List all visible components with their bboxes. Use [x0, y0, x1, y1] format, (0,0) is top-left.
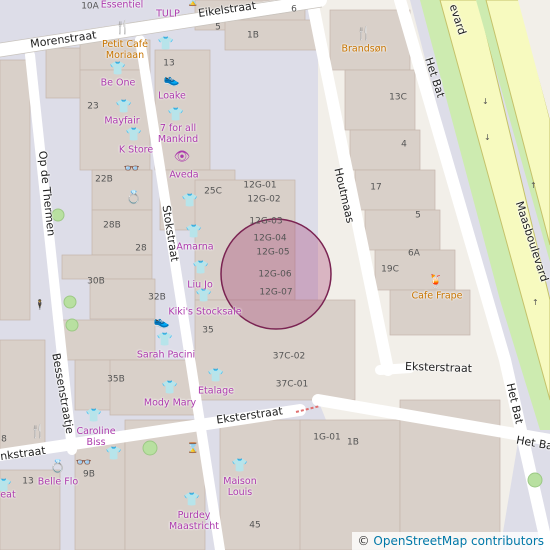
poi-maison-louis[interactable]: Maison Louis [223, 476, 256, 499]
address-label: 1B [247, 30, 259, 41]
address-label: 4 [401, 139, 407, 150]
svg-text:↑: ↑ [532, 298, 539, 307]
address-label: 12G-02 [247, 194, 281, 205]
beauty-icon[interactable]: 👁 [174, 151, 191, 164]
address-label: 8 [1, 434, 7, 445]
address-label: 28 [135, 243, 147, 254]
poi-sarah-pacini[interactable]: Sarah Pacini [137, 350, 195, 362]
svg-text:↓: ↓ [484, 133, 491, 142]
poi-liu-jo[interactable]: Liu Jo [187, 280, 213, 292]
optician-icon[interactable]: 👓 [76, 457, 92, 470]
poi-cafe-frape[interactable]: Cafe Frape [411, 291, 462, 303]
address-label: 5 [215, 22, 221, 33]
jewelry-icon[interactable]: 💍 [126, 192, 142, 205]
address-label: 30B [87, 276, 105, 287]
clothes-icon[interactable]: 👕 [184, 494, 200, 507]
poi-kikis[interactable]: Kiki's Stocksale [168, 307, 241, 319]
clothes-icon[interactable]: 👕 [162, 382, 178, 395]
poi-aveda[interactable]: Aveda [169, 170, 198, 182]
poi-brandson[interactable]: Brandsøn [341, 44, 386, 56]
poi-belle-flo[interactable]: Belle Flo [38, 477, 78, 489]
restaurant-icon[interactable]: 🍴 [356, 28, 372, 41]
optician-icon[interactable]: 👓 [124, 163, 140, 176]
address-label: 13 [163, 58, 175, 69]
address-label: 19C [381, 264, 399, 275]
address-label: 12G-05 [256, 247, 290, 258]
attribution-link[interactable]: OpenStreetMap contributors [373, 534, 544, 548]
poi-etalage[interactable]: Etalage [198, 386, 234, 398]
address-label: 37C-02 [272, 351, 306, 362]
clothes-icon[interactable]: 👕 [193, 262, 209, 275]
address-label: 13 [22, 476, 34, 487]
address-label: 1B [347, 437, 359, 448]
poi-tulp[interactable]: TULP [156, 9, 180, 21]
clothes-icon[interactable]: 👕 [110, 63, 126, 76]
poi-mody-mary[interactable]: Mody Mary [144, 398, 196, 410]
address-label: 22B [95, 174, 113, 185]
clothes-icon[interactable]: 👕 [168, 109, 184, 122]
address-label: 17 [370, 182, 382, 193]
poi-be-one[interactable]: Be One [101, 78, 136, 90]
clothes-icon[interactable]: 👕 [116, 101, 132, 114]
hourglass-icon: ⌛ [186, 443, 200, 454]
address-label: 12G-07 [259, 287, 293, 298]
hourglass-icon: ⌛ [186, 0, 200, 7]
clothes-icon[interactable]: 👕 [158, 38, 174, 51]
address-label: 45 [249, 520, 261, 531]
attribution-prefix: © [357, 534, 374, 548]
address-label: 10A [81, 1, 99, 12]
clothes-icon[interactable]: 👕 [126, 129, 142, 142]
poi-mayfair[interactable]: Mayfair [104, 116, 139, 128]
address-label: 12G-04 [253, 233, 287, 244]
address-label: 1G-01 [313, 432, 341, 443]
poi-caroline-biss[interactable]: Caroline Biss [76, 426, 115, 449]
address-label: 12G-01 [243, 180, 277, 191]
address-label: 9B [83, 469, 95, 480]
clothes-icon[interactable]: 👕 [232, 460, 248, 473]
poi-beat[interactable]: eat [0, 490, 15, 502]
address-label: 12G-06 [258, 269, 292, 280]
map-canvas[interactable]: ↓ ↓ ↑ ↑ Morenstraat Eikelstraat Op de Therm… [0, 0, 550, 550]
poi-amarna[interactable]: Amarna [176, 242, 213, 254]
address-label: 32B [148, 292, 166, 303]
svg-text:↑: ↑ [530, 181, 537, 190]
address-label: 5 [415, 210, 421, 221]
poi-seven-for-all[interactable]: 7 for all Mankind [158, 123, 198, 146]
address-label: 12G-03 [249, 216, 283, 227]
poi-petit-cafe[interactable]: Petit Café Moriaan [102, 39, 148, 62]
poi-k-store[interactable]: K Store [119, 145, 153, 157]
address-label: 28B [103, 220, 121, 231]
clothes-icon[interactable]: 👕 [86, 410, 102, 423]
poi-loake[interactable]: Loake [158, 91, 186, 103]
clothes-icon[interactable]: 👕 [106, 448, 122, 461]
address-label: 23 [87, 101, 99, 112]
restaurant-icon[interactable]: 🍴 [30, 426, 46, 439]
poi-essentiel[interactable]: Essentiel [101, 0, 144, 12]
clothes-icon[interactable]: 👕 [208, 370, 224, 383]
address-label: 13C [389, 92, 407, 103]
clothes-icon[interactable]: 👕 [186, 226, 202, 239]
address-label: 35 [202, 325, 214, 336]
clothes-icon[interactable]: 👕 [182, 195, 198, 208]
poi-purdey[interactable]: Purdey Maastricht [169, 510, 219, 533]
cafe-icon[interactable]: 🍹 [428, 276, 444, 289]
address-label: 37C-01 [275, 379, 309, 390]
address-label: 25C [204, 186, 222, 197]
clothes-icon[interactable]: 👕 [157, 334, 173, 347]
statue-icon: 🕴 [33, 300, 47, 311]
jewelry-icon[interactable]: 💍 [50, 461, 66, 474]
map-attribution: © OpenStreetMap contributors [351, 532, 550, 550]
address-label: 6 [291, 4, 297, 15]
shoe-icon[interactable]: 👟 [164, 74, 180, 87]
street-eksterstraat-east: Eksterstraat [404, 359, 473, 376]
restaurant-icon[interactable]: 🍴 [115, 22, 131, 35]
address-label: 6A [408, 248, 420, 259]
svg-text:↓: ↓ [482, 97, 489, 106]
address-label: 35B [107, 374, 125, 385]
